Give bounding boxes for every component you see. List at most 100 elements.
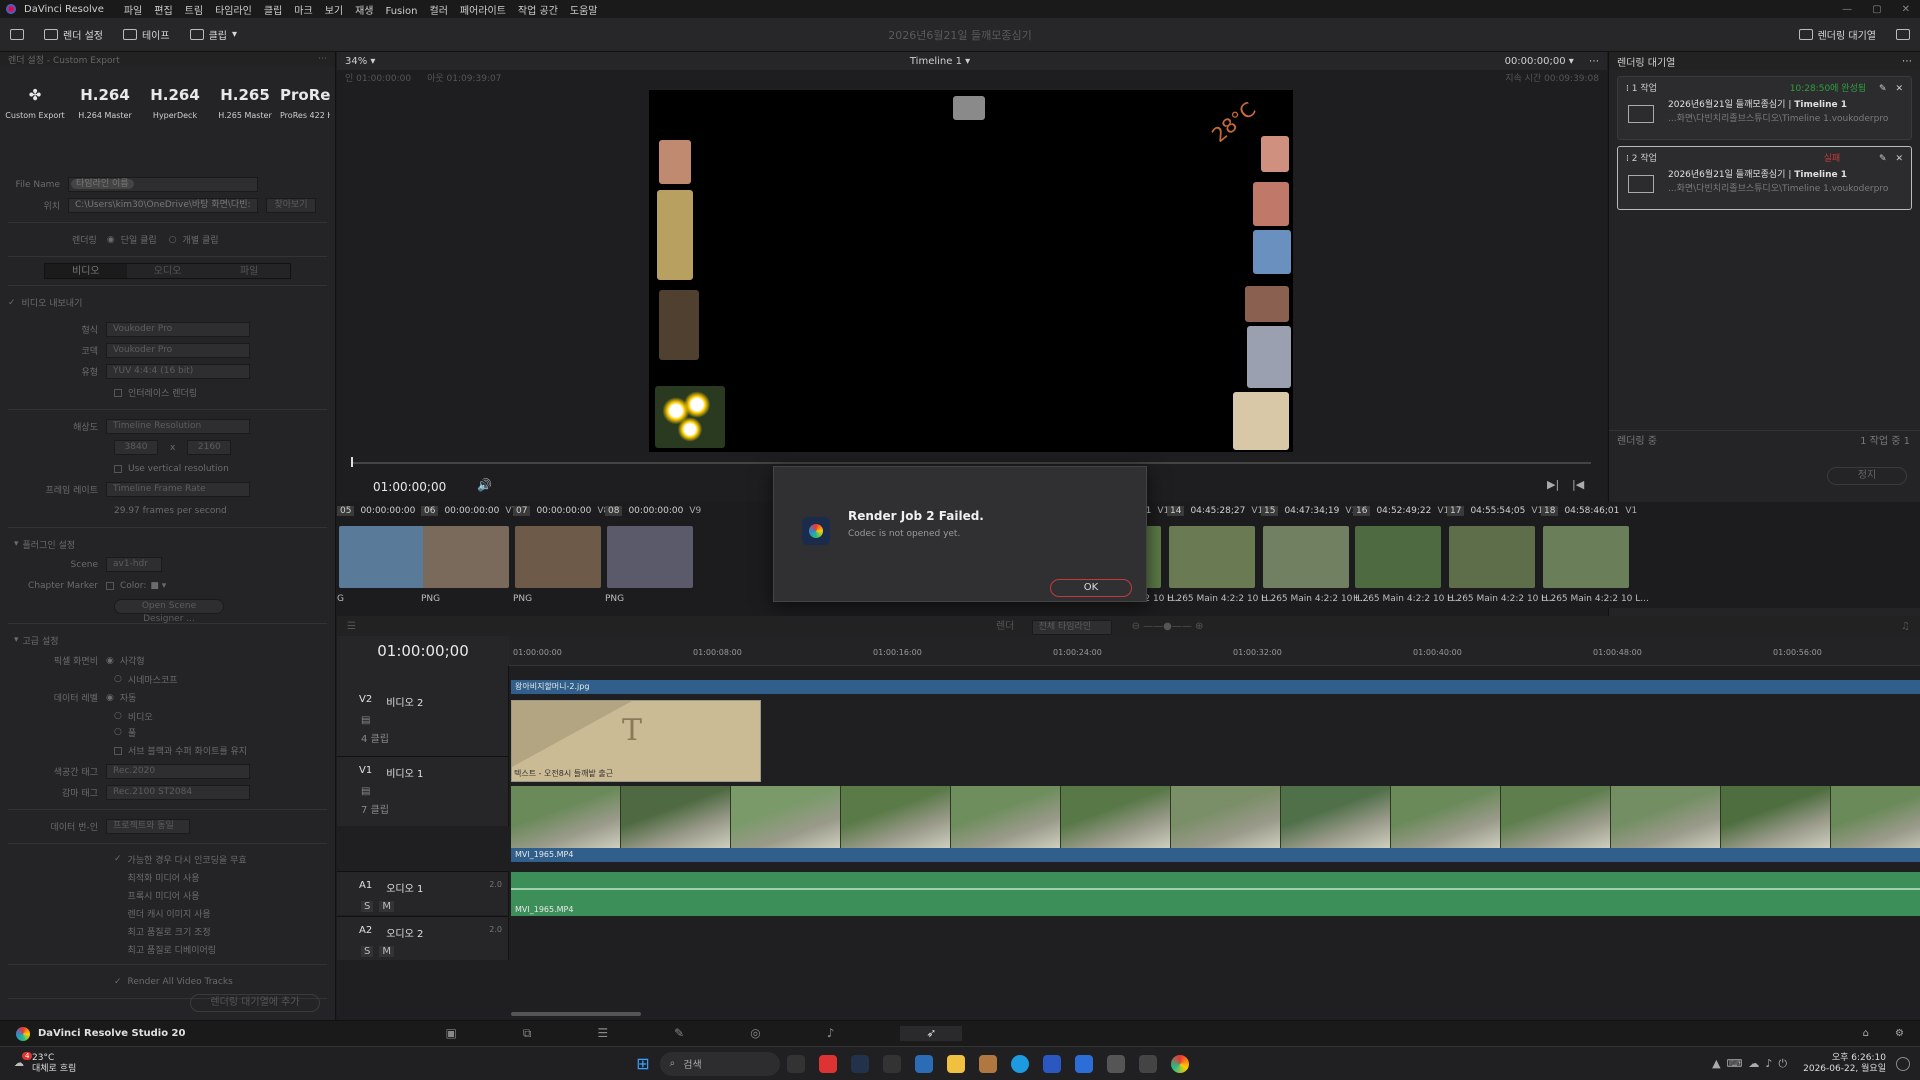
export-video-check[interactable]: ✓ bbox=[8, 298, 16, 308]
mute-button[interactable]: M bbox=[379, 946, 394, 957]
plugin-settings-section[interactable]: ▾ 플러그인 설정 bbox=[0, 534, 335, 554]
file-explorer-icon[interactable] bbox=[946, 1054, 965, 1073]
framerate-select[interactable]: Timeline Frame Rate bbox=[106, 482, 250, 497]
gamma-select[interactable]: Rec.2100 ST2084 bbox=[106, 785, 250, 800]
queue-options-icon[interactable]: ⋯ bbox=[1902, 56, 1912, 67]
delete-icon[interactable]: ✕ bbox=[1895, 154, 1903, 164]
settings-icon[interactable]: ⚙ bbox=[1895, 1028, 1904, 1039]
minimize-button[interactable]: — bbox=[1832, 4, 1862, 15]
prev-frame-icon[interactable]: |◀ bbox=[1572, 478, 1584, 491]
cinemascope-radio[interactable]: ○ bbox=[114, 674, 122, 684]
mute-button[interactable]: M bbox=[379, 901, 394, 912]
clip-thumbnail[interactable]: 15 04:47:34;19 V1 H.265 Main 4:2:2 10 L... bbox=[1261, 502, 1369, 608]
location-field[interactable]: C:\Users\kim30\OneDrive\바탕 화면\다빈: bbox=[68, 198, 258, 213]
menu-item[interactable]: 작업 공간 bbox=[512, 6, 564, 17]
delete-icon[interactable]: ✕ bbox=[1895, 84, 1903, 94]
scrub-bar[interactable] bbox=[351, 462, 1591, 464]
search-box[interactable]: ⌕ 검색 bbox=[659, 1051, 780, 1076]
photoshop-icon[interactable] bbox=[850, 1054, 869, 1073]
more-options-icon[interactable]: ⋯ bbox=[318, 54, 327, 64]
maximize-button[interactable]: ▢ bbox=[1862, 4, 1891, 15]
edit-page-icon[interactable]: ☰ bbox=[597, 1026, 608, 1041]
preset-prores[interactable]: ProRes ProRes 422 H bbox=[280, 84, 330, 158]
chapter-marker-checkbox[interactable] bbox=[106, 581, 114, 590]
individual-clips-radio[interactable]: ○ bbox=[169, 235, 177, 245]
monitor-toggle-button[interactable] bbox=[0, 29, 34, 40]
browse-button[interactable]: 찾아보기 bbox=[266, 198, 316, 213]
edge-icon[interactable] bbox=[1010, 1054, 1029, 1073]
store-icon[interactable] bbox=[1042, 1054, 1061, 1073]
solo-button[interactable]: S bbox=[361, 901, 374, 912]
interlace-checkbox[interactable] bbox=[114, 388, 122, 397]
weather-icon[interactable]: ☁ 4 bbox=[14, 1052, 33, 1069]
ok-button[interactable]: OK bbox=[1050, 579, 1132, 597]
audio-app-icon[interactable] bbox=[882, 1054, 901, 1073]
height-field[interactable]: 2160 bbox=[187, 440, 232, 455]
single-clip-radio[interactable]: ◉ bbox=[107, 235, 115, 245]
clip-thumbnail[interactable]: 16 04:52:49;22 V1 H.265 Main 4:2:2 10 L... bbox=[1353, 502, 1461, 608]
clip-thumbnail[interactable]: 0500:00:00:00V6G bbox=[337, 502, 433, 608]
vertical-res-checkbox[interactable] bbox=[114, 464, 122, 473]
timeline-ruler[interactable]: 01:00:00:00 01:00:08:00 01:00:16:00 01:00:2… bbox=[509, 636, 1920, 666]
render-queue-toggle[interactable]: 렌더링 대기열 bbox=[1789, 27, 1886, 42]
preset-h265-master[interactable]: H.265 H.265 Master bbox=[210, 84, 280, 158]
next-frame-icon[interactable]: ▶| bbox=[1547, 478, 1559, 491]
volume-icon[interactable]: 🔊 bbox=[477, 478, 492, 492]
deliver-page-icon[interactable]: ➶ bbox=[900, 1026, 963, 1041]
track-lock-icon[interactable]: ▤ bbox=[337, 780, 508, 797]
clip-thumbnail[interactable]: 07 00:00:00:00 V8 PNG bbox=[513, 502, 609, 608]
horizontal-scrollbar[interactable] bbox=[511, 1012, 641, 1016]
menu-item[interactable]: 클립 bbox=[258, 6, 288, 17]
full-radio[interactable]: ○ bbox=[114, 727, 122, 737]
chrome-icon[interactable] bbox=[1170, 1054, 1189, 1073]
render-settings-tab[interactable]: 렌더 설정 bbox=[34, 27, 113, 42]
viewer-options-icon[interactable]: ⋯ bbox=[1589, 56, 1599, 67]
layout-button[interactable] bbox=[1886, 29, 1920, 40]
menu-item[interactable]: 마크 bbox=[288, 6, 318, 17]
menu-item[interactable]: 도움말 bbox=[564, 6, 604, 17]
stop-button[interactable]: 정지 bbox=[1827, 467, 1907, 485]
zoom-select[interactable]: 34% bbox=[345, 56, 367, 67]
menu-item[interactable]: 페어라이트 bbox=[454, 6, 512, 17]
menu-item[interactable]: 파일 bbox=[118, 6, 148, 17]
menu-item[interactable]: 보기 bbox=[319, 6, 349, 17]
mail-icon[interactable] bbox=[1074, 1054, 1093, 1073]
menu-item[interactable]: 편집 bbox=[148, 6, 178, 17]
clip-tab[interactable]: 클립 ▾ bbox=[180, 27, 247, 42]
format-select[interactable]: Voukoder Pro bbox=[106, 322, 250, 337]
timeline-clip[interactable]: 왕아비지할머니-2.jpg bbox=[511, 680, 1920, 694]
clip-thumbnail[interactable]: 17 04:55:54;05 V1 H.265 Main 4:2:2 10 L... bbox=[1447, 502, 1555, 608]
retain-subblack-checkbox[interactable] bbox=[114, 746, 122, 755]
type-select[interactable]: YUV 4:4:4 (16 bit) bbox=[106, 364, 250, 379]
color-space-select[interactable]: Rec.2020 bbox=[106, 764, 250, 779]
open-scene-designer-button[interactable]: Open Scene Designer ... bbox=[114, 599, 224, 624]
auto-radio[interactable]: ◉ bbox=[106, 693, 114, 703]
calculator-icon[interactable] bbox=[1106, 1054, 1125, 1073]
text-clip[interactable]: T 텍스트 - 오전8시 들깨밭 출근 bbox=[511, 700, 761, 782]
timeline-view-icon[interactable]: ☰ bbox=[347, 621, 356, 632]
drag-handle-icon[interactable]: ⁞ bbox=[1626, 154, 1629, 164]
menu-item[interactable]: 컬러 bbox=[424, 6, 454, 17]
render-range-select[interactable]: 전체 타임라인 bbox=[1031, 620, 1112, 635]
start-button[interactable]: ⊞ bbox=[636, 1054, 649, 1073]
playhead-marker[interactable] bbox=[351, 457, 353, 467]
resolution-select[interactable]: Timeline Resolution bbox=[106, 419, 250, 434]
video-radio[interactable]: ○ bbox=[114, 711, 122, 721]
menu-item[interactable]: 트림 bbox=[179, 6, 209, 17]
add-to-render-queue-button[interactable]: 렌더링 대기열에 추가 bbox=[190, 994, 320, 1012]
timeline-select[interactable]: Timeline 1 bbox=[910, 56, 962, 67]
menu-item[interactable]: Fusion bbox=[380, 6, 424, 17]
tab-video[interactable]: 비디오 bbox=[45, 264, 127, 278]
tray-icons[interactable]: ▲⌨☁♪⏻ bbox=[1712, 1057, 1793, 1071]
advanced-settings-section[interactable]: ▾ 고급 설정 bbox=[0, 630, 335, 650]
home-icon[interactable]: ⌂ bbox=[1863, 1028, 1869, 1039]
square-radio[interactable]: ◉ bbox=[106, 656, 114, 666]
width-field[interactable]: 3840 bbox=[114, 440, 158, 455]
clip-thumbnail[interactable]: 08 00:00:00:00 V9 PNG bbox=[605, 502, 701, 608]
cut-page-icon[interactable]: ⧉ bbox=[523, 1026, 532, 1041]
zoom-slider[interactable]: ⊖ ——●—— ⊕ bbox=[1132, 621, 1901, 632]
data-burnin-select[interactable]: 프로젝트와 동일 bbox=[106, 819, 190, 834]
tape-tab[interactable]: 테이프 bbox=[113, 27, 180, 42]
clip-thumbnail[interactable]: 18 04:58:46;01 V1 H.265 Main 4:2:2 10 L... bbox=[1541, 502, 1649, 608]
preset-custom-export[interactable]: ✤ Custom Export bbox=[0, 84, 70, 158]
